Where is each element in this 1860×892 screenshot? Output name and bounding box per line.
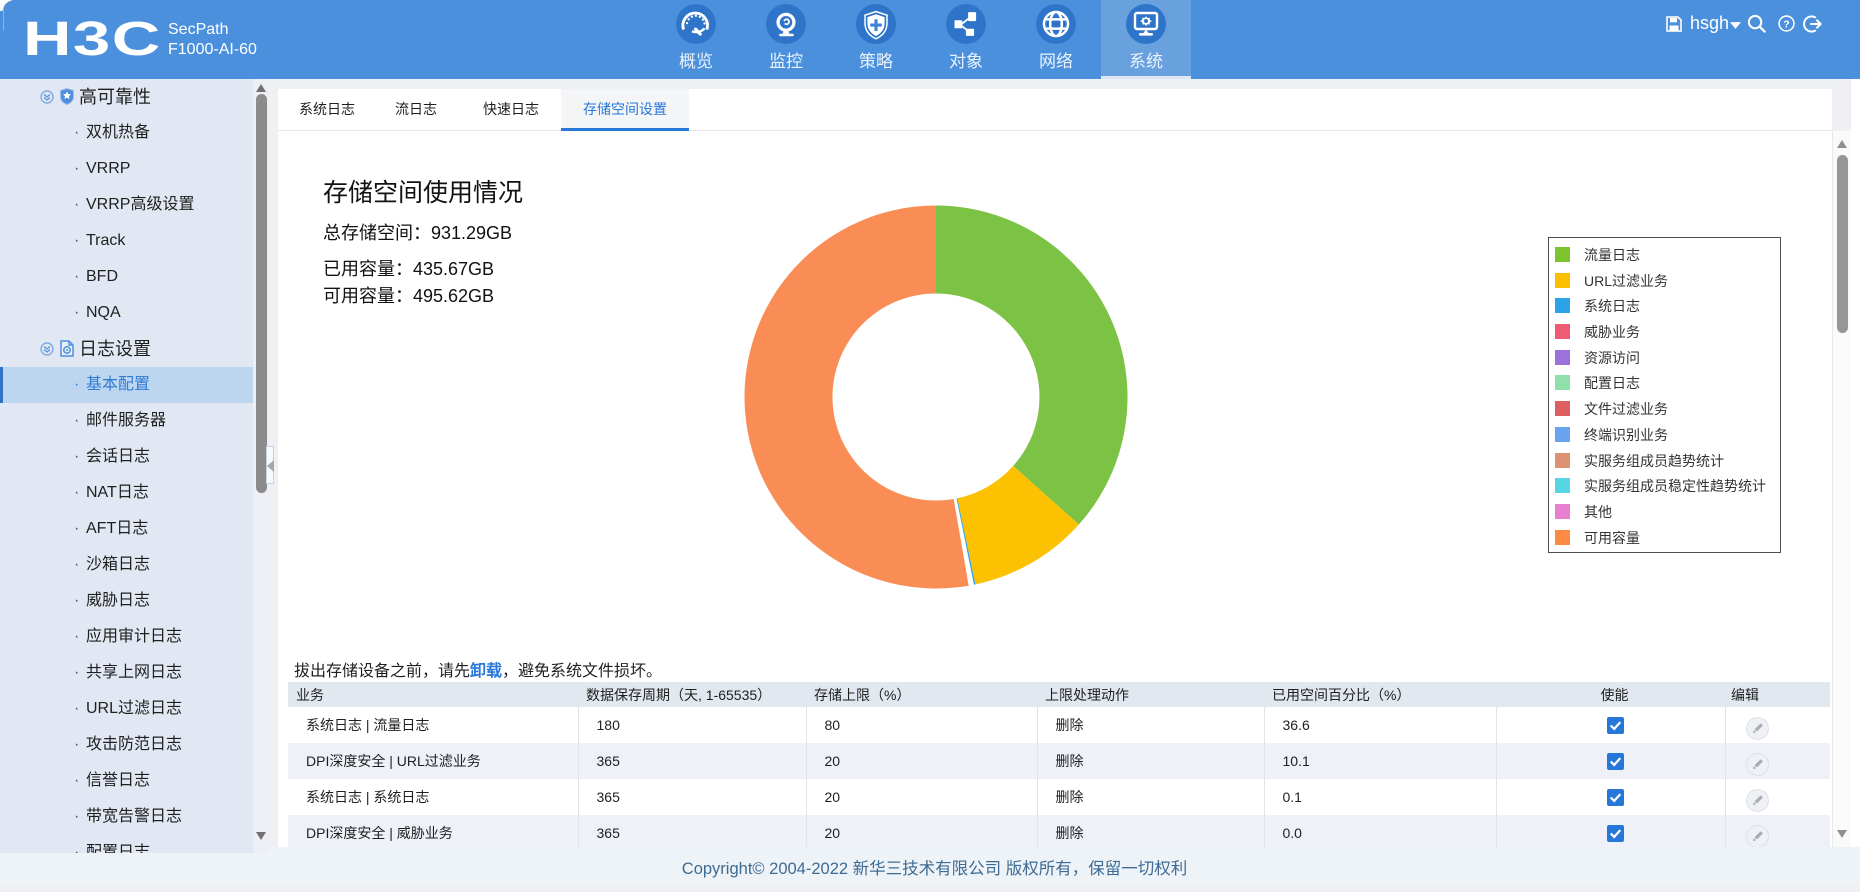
svg-text:?: ? bbox=[1783, 18, 1789, 30]
